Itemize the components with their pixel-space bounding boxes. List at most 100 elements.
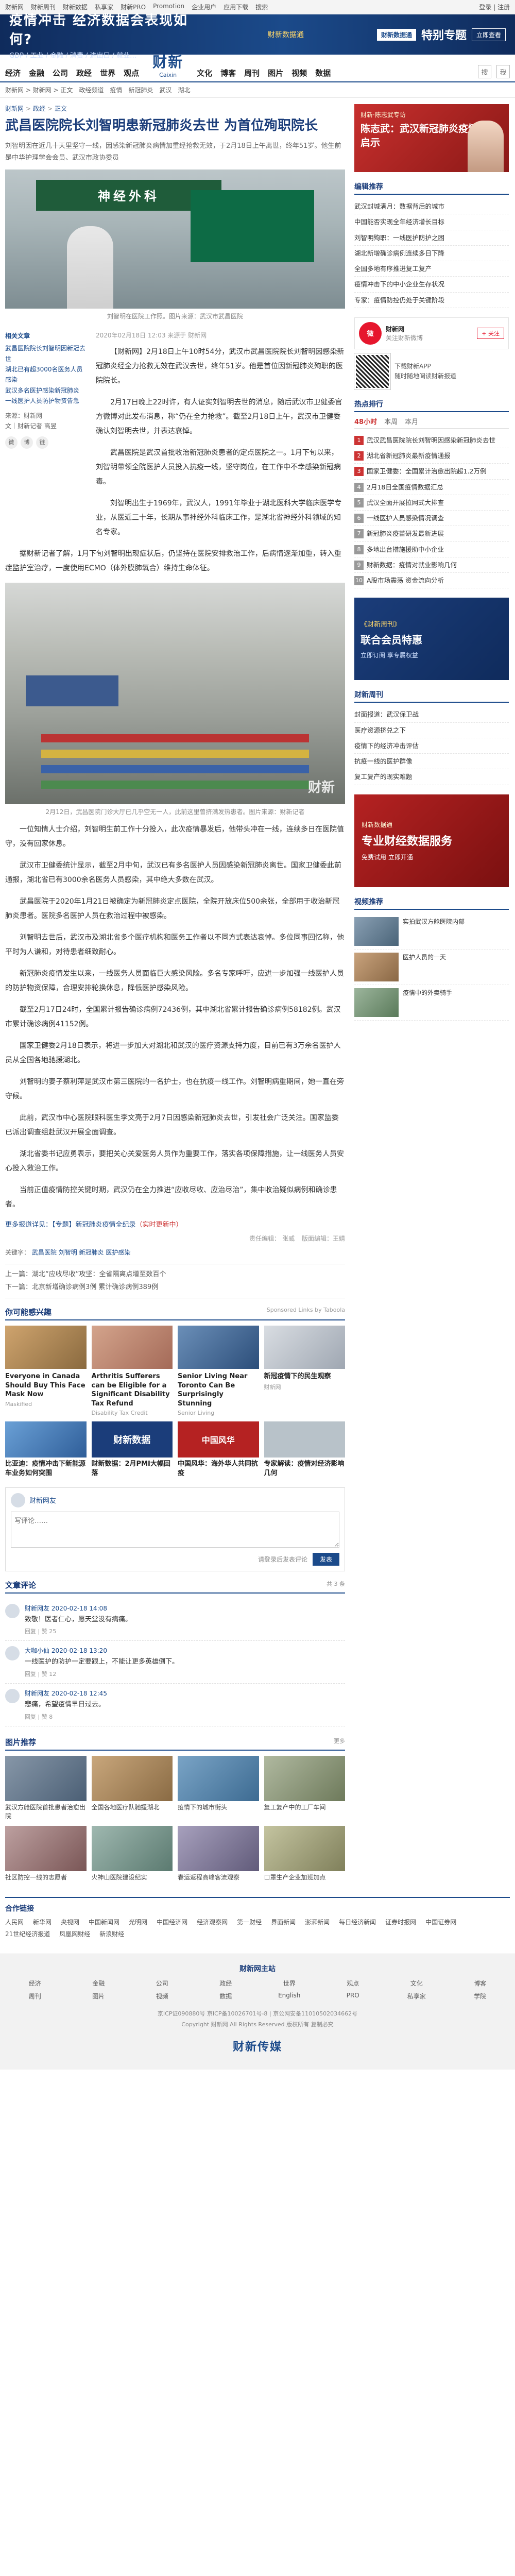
top-link-search[interactable]: 搜索 (255, 3, 268, 11)
nav-item-photos[interactable]: 图片 (268, 67, 283, 78)
partner-link[interactable]: 中国证券网 (425, 1918, 456, 1926)
list-item[interactable]: 封面报道：武汉保卫战 (354, 707, 509, 723)
tag-link[interactable]: 刘智明 (59, 1249, 77, 1256)
nav-item-finance[interactable]: 金融 (29, 67, 44, 78)
rank-item[interactable]: 5 武汉全面开展拉网式大排查 (354, 495, 509, 511)
link-share-icon[interactable]: 链 (36, 436, 48, 449)
comment-actions[interactable]: 回复 | 赞 8 (25, 1713, 107, 1721)
related-link[interactable]: 湖北已有超3000名医务人员感染 (5, 364, 88, 385)
partner-link[interactable]: 人民网 (5, 1918, 24, 1926)
partner-link[interactable]: 澎湃新闻 (305, 1918, 330, 1926)
partner-link[interactable]: 21世纪经济报道 (5, 1929, 50, 1938)
nav-item-world[interactable]: 世界 (100, 67, 115, 78)
nav-item-data[interactable]: 数据 (315, 67, 331, 78)
subnav-item[interactable]: 政经频道 (79, 86, 104, 94)
partner-link[interactable]: 新华网 (33, 1918, 52, 1926)
breadcrumb-channel[interactable]: 政经 (33, 105, 45, 112)
search-icon[interactable]: 搜 (478, 65, 491, 78)
recommended-card[interactable]: Senior Living Near Toronto Can Be Surpri… (178, 1326, 259, 1416)
recommended-card[interactable]: Everyone in Canada Should Buy This Face … (5, 1326, 87, 1416)
list-item[interactable]: 抗疫一线的医护群像 (354, 754, 509, 770)
recommended-small-card[interactable]: 中国风华 中国风华：海外华人共同抗疫 (178, 1421, 259, 1478)
subnav-item[interactable]: 武汉 (159, 86, 171, 94)
user-icon[interactable]: 我 (496, 65, 510, 78)
partner-link[interactable]: 光明网 (129, 1918, 147, 1926)
partner-link[interactable]: 新浪财经 (99, 1929, 124, 1938)
subnav-item[interactable]: 财新网 > 财新网 > 正文 (5, 86, 73, 94)
subnav-item[interactable]: 湖北 (178, 86, 190, 94)
nav-item-culture[interactable]: 文化 (197, 67, 212, 78)
picture-card[interactable]: 春运返程高峰客流观察 (178, 1825, 259, 1882)
partner-link[interactable]: 证券时报网 (385, 1918, 416, 1926)
tag-link[interactable]: 武昌医院 (32, 1249, 57, 1256)
data-service-ad[interactable]: 财新数据通 专业财经数据服务 免费试用 立即开通 (354, 794, 509, 887)
video-item[interactable]: 疫情中的外卖骑手 (354, 985, 509, 1021)
promo-banner[interactable]: 疫情冲击 经济数据会表现如何? GDP / 工业 / 金融 / 消费 / 进出口… (0, 13, 515, 60)
partner-link[interactable]: 中国经济网 (157, 1918, 187, 1926)
rank-item[interactable]: 8 多地出台措施援助中小企业 (354, 542, 509, 557)
footer-nav-item[interactable]: English (260, 1992, 319, 2001)
top-link-enterprise[interactable]: 企业用户 (192, 3, 216, 11)
footer-nav-item[interactable]: 私享家 (387, 1992, 447, 2001)
recommended-small-card[interactable]: 比亚迪：疫情冲击下新能源车业务如何突围 (5, 1421, 87, 1478)
pictures-more-link[interactable]: 更多 (334, 1737, 345, 1748)
banner-cta-button[interactable]: 立即查看 (471, 28, 506, 41)
partner-link[interactable]: 中国新闻网 (89, 1918, 119, 1926)
partner-link[interactable]: 凤凰网财经 (59, 1929, 90, 1938)
footer-nav-item[interactable]: 学院 (451, 1992, 510, 2001)
footer-nav-item[interactable]: PRO (323, 1992, 383, 2001)
list-item[interactable]: 湖北新增确诊病例连续多日下降 (354, 246, 509, 261)
video-item[interactable]: 医护人员的一天 (354, 950, 509, 985)
rank-item[interactable]: 3 国家卫健委：全国累计治愈出院超1.2万例 (354, 464, 509, 480)
tag-link[interactable]: 新冠肺炎 (79, 1249, 104, 1256)
footer-nav-item[interactable]: 观点 (323, 1979, 383, 1988)
nav-item-opinion[interactable]: 观点 (124, 67, 139, 78)
tab-week[interactable]: 本周 (384, 416, 398, 426)
footer-logo[interactable]: 财新传媒 (5, 2038, 510, 2054)
nav-item-economy[interactable]: 经济 (5, 67, 21, 78)
footer-nav-item[interactable]: 经济 (5, 1979, 65, 1988)
picture-card[interactable]: 社区防控一线的志愿者 (5, 1825, 87, 1882)
comment-input[interactable] (11, 1511, 339, 1548)
footer-nav-item[interactable]: 视频 (132, 1992, 192, 2001)
footer-nav-item[interactable]: 世界 (260, 1979, 319, 1988)
partner-link[interactable]: 第一财经 (237, 1918, 262, 1926)
partner-link[interactable]: 每日经济新闻 (339, 1918, 376, 1926)
nav-item-weekly[interactable]: 周刊 (244, 67, 260, 78)
picture-card[interactable]: 口罩生产企业加班加点 (264, 1825, 345, 1882)
partner-link[interactable]: 经济观察网 (197, 1918, 228, 1926)
list-item[interactable]: 复工复产的现实难题 (354, 769, 509, 785)
picture-card[interactable]: 复工复产中的工厂车间 (264, 1755, 345, 1821)
wechat-share-icon[interactable]: 微 (5, 436, 18, 449)
site-logo[interactable]: 财新 Caixin (152, 51, 183, 78)
rank-item[interactable]: 9 财新数据：疫情对就业影响几何 (354, 557, 509, 573)
comment-actions[interactable]: 回复 | 赞 25 (25, 1627, 132, 1635)
video-item[interactable]: 实拍武汉方舱医院内部 (354, 914, 509, 950)
picture-card[interactable]: 疫情下的城市街头 (178, 1755, 259, 1821)
recommended-card[interactable]: 新冠疫情下的民生观察 财新网 (264, 1326, 345, 1416)
sidebar-feature[interactable]: 财新·陈志武专访 陈志武：武汉新冠肺炎疫情后的启示 (354, 104, 509, 172)
weibo-follow-button[interactable]: + 关注 (477, 327, 504, 339)
picture-card[interactable]: 武汉方舱医院首批患者治愈出院 (5, 1755, 87, 1821)
picture-card[interactable]: 火神山医院建设纪实 (91, 1825, 173, 1882)
tab-month[interactable]: 本月 (405, 416, 418, 426)
picture-card[interactable]: 全国各地医疗队驰援湖北 (91, 1755, 173, 1821)
nav-item-companies[interactable]: 公司 (53, 67, 68, 78)
nav-item-video[interactable]: 视频 (291, 67, 307, 78)
sponsored-label[interactable]: Sponsored Links by Taboola (267, 1307, 345, 1317)
rank-item[interactable]: 4 2月18日全国疫情数据汇总 (354, 480, 509, 495)
rank-item[interactable]: 6 一线医护人员感染情况调查 (354, 511, 509, 527)
login-register-link[interactable]: 登录 | 注册 (479, 3, 510, 11)
footer-nav-item[interactable]: 周刊 (5, 1992, 65, 2001)
list-item[interactable]: 武汉封城满月：数据背后的城市 (354, 199, 509, 215)
app-text[interactable]: 下载财新APP 随时随地阅读财新报道 (394, 362, 456, 381)
weibo-share-icon[interactable]: 博 (21, 436, 33, 449)
rank-item[interactable]: 2 湖北省新冠肺炎最新疫情通报 (354, 448, 509, 464)
list-item[interactable]: 医疗资源挤兑之下 (354, 723, 509, 738)
login-hint[interactable]: 请登录后发表评论 (258, 1555, 307, 1564)
list-item[interactable]: 全国多地有序推进复工复产 (354, 261, 509, 277)
prev-article-link[interactable]: 上一篇：湖北“应收尽收”攻坚：全省隔离点增至数百个 (5, 1268, 345, 1281)
subscription-ad[interactable]: 《财新周刊》 联合会员特惠 立即订阅 享专属权益 (354, 598, 509, 681)
list-item[interactable]: 疫情下的经济冲击评估 (354, 738, 509, 754)
rank-item[interactable]: 10 A股市场震荡 资金流向分析 (354, 573, 509, 589)
